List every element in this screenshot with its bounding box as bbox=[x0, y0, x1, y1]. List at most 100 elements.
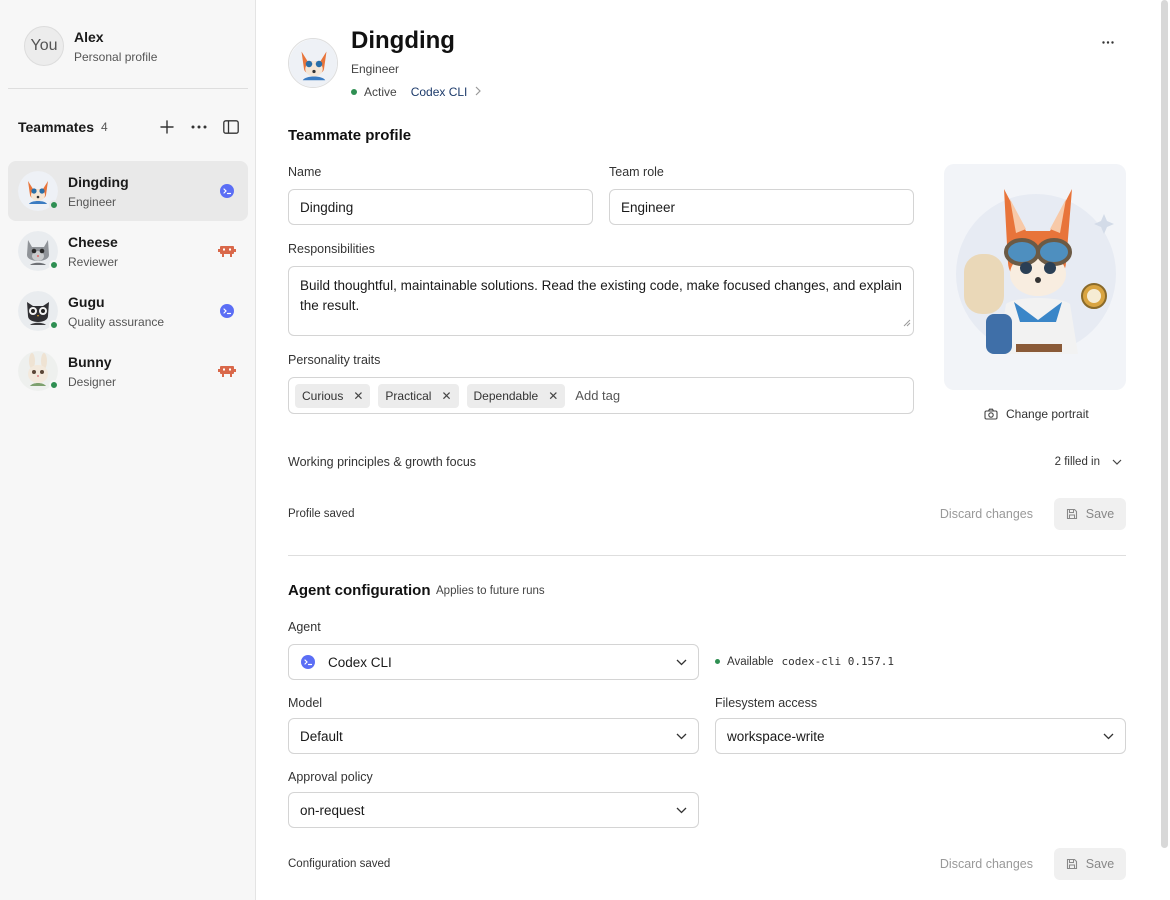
teammates-title: Teammates bbox=[18, 119, 95, 135]
working-principles-label: Working principles & growth focus bbox=[288, 455, 477, 469]
teammate-status-row: Active Codex CLI bbox=[351, 85, 482, 99]
trait-tag: Practical ✕ bbox=[378, 383, 459, 408]
team-role-input[interactable]: Engineer bbox=[609, 189, 914, 225]
user-subtitle: Personal profile bbox=[74, 49, 158, 64]
fox-avatar bbox=[288, 38, 338, 88]
teammate-item-cheese[interactable]: Cheese Reviewer bbox=[8, 221, 248, 281]
filesystem-access-select[interactable]: workspace-write bbox=[715, 718, 1126, 754]
personality-traits-label: Personality traits bbox=[288, 353, 381, 367]
ellipsis-icon bbox=[1102, 40, 1114, 44]
save-icon bbox=[1066, 858, 1078, 870]
teammate-role: Reviewer bbox=[68, 254, 119, 269]
save-icon bbox=[1066, 508, 1078, 520]
agent-label: Agent bbox=[288, 620, 321, 634]
teammate-role: Designer bbox=[68, 374, 117, 389]
approval-policy-label: Approval policy bbox=[288, 770, 373, 784]
remove-tag-icon[interactable]: ✕ bbox=[548, 389, 558, 403]
profile-save-status: Profile saved bbox=[288, 508, 355, 520]
owl-avatar bbox=[18, 291, 59, 331]
trait-tag-label: Dependable bbox=[473, 388, 539, 403]
teammates-header: Teammates 4 bbox=[18, 116, 240, 138]
model-label: Model bbox=[288, 696, 323, 710]
model-select-value: Default bbox=[300, 728, 343, 744]
chevron-right-icon bbox=[475, 85, 482, 99]
personal-profile[interactable]: You Alex Personal profile bbox=[24, 26, 157, 66]
chevron-down-icon bbox=[1103, 733, 1114, 740]
agent-select[interactable]: Codex CLI bbox=[288, 644, 699, 680]
model-select[interactable]: Default bbox=[288, 718, 699, 754]
name-label: Name bbox=[288, 165, 322, 179]
filled-count: 2 filled in bbox=[1054, 456, 1100, 468]
more-options-icon[interactable] bbox=[190, 118, 208, 136]
configuration-save-status: Configuration saved bbox=[288, 858, 391, 870]
configuration-footer: Configuration saved Discard changes Save bbox=[288, 848, 1126, 880]
save-label: Save bbox=[1085, 507, 1115, 521]
change-portrait-label: Change portrait bbox=[1006, 407, 1089, 421]
save-label: Save bbox=[1085, 857, 1115, 871]
agent-link[interactable]: Codex CLI bbox=[411, 85, 482, 99]
teammates-list: Dingding Engineer Cheese Reviewer Gugu Q… bbox=[8, 161, 248, 401]
teammate-name: Gugu bbox=[68, 293, 105, 310]
agent-configuration-heading: Agent configuration bbox=[288, 582, 431, 599]
remove-tag-icon[interactable]: ✕ bbox=[353, 389, 363, 403]
remove-tag-icon[interactable]: ✕ bbox=[441, 389, 451, 403]
teammate-item-gugu[interactable]: Gugu Quality assurance bbox=[8, 281, 248, 341]
save-configuration-button[interactable]: Save bbox=[1054, 848, 1126, 880]
teammate-name: Cheese bbox=[68, 233, 118, 250]
approval-policy-value: on-request bbox=[300, 802, 365, 818]
teammate-item-dingding[interactable]: Dingding Engineer bbox=[8, 161, 248, 221]
agent-availability: Available codex-cli 0.157.1 bbox=[715, 655, 894, 668]
codex-agent-icon bbox=[300, 654, 316, 670]
teammate-profile-heading: Teammate profile bbox=[288, 127, 412, 144]
resize-handle-icon[interactable] bbox=[903, 313, 911, 333]
add-tag-input[interactable]: Add tag bbox=[575, 388, 620, 403]
teammate-role: Quality assurance bbox=[68, 314, 165, 329]
active-status-dot bbox=[351, 89, 357, 95]
agent-select-value: Codex CLI bbox=[328, 654, 392, 670]
team-role-label: Team role bbox=[609, 165, 664, 179]
trait-tag-label: Curious bbox=[302, 388, 344, 403]
portrait-image bbox=[944, 164, 1126, 390]
online-status-dot bbox=[49, 380, 59, 390]
vertical-scrollbar[interactable] bbox=[1161, 0, 1168, 848]
toggle-sidebar-icon[interactable] bbox=[222, 118, 240, 136]
name-input[interactable]: Dingding bbox=[288, 189, 593, 225]
add-teammate-icon[interactable] bbox=[158, 118, 176, 136]
save-profile-button[interactable]: Save bbox=[1054, 498, 1126, 530]
trait-tag-label: Practical bbox=[385, 388, 432, 403]
camera-icon bbox=[984, 408, 998, 420]
agent-link-label: Codex CLI bbox=[410, 85, 468, 99]
codex-agent-icon bbox=[218, 182, 236, 200]
chevron-down-icon bbox=[676, 659, 687, 666]
teammate-name: Dingding bbox=[68, 173, 129, 190]
chevron-down-icon bbox=[676, 733, 687, 740]
online-status-dot bbox=[49, 260, 59, 270]
section-divider bbox=[288, 555, 1126, 556]
available-status-dot bbox=[715, 659, 720, 664]
personality-traits-field[interactable]: Curious ✕ Practical ✕ Dependable ✕ Add t… bbox=[288, 377, 914, 414]
approval-policy-select[interactable]: on-request bbox=[288, 792, 699, 828]
teammate-name: Bunny bbox=[68, 353, 112, 370]
discard-configuration-button[interactable]: Discard changes bbox=[940, 857, 1033, 871]
sidebar: You Alex Personal profile Teammates 4 Di… bbox=[0, 0, 256, 900]
user-avatar: You bbox=[24, 26, 64, 66]
sidebar-divider bbox=[8, 88, 248, 89]
codex-agent-icon bbox=[218, 302, 236, 320]
rabbit-avatar bbox=[18, 351, 59, 391]
trait-tag: Curious ✕ bbox=[295, 383, 371, 408]
responsibilities-text: Build thoughtful, maintainable solutions… bbox=[300, 278, 902, 313]
teammate-item-bunny[interactable]: Bunny Designer bbox=[8, 341, 248, 401]
chevron-down-icon bbox=[676, 807, 687, 814]
claude-agent-icon bbox=[218, 362, 236, 380]
working-principles-toggle[interactable]: Working principles & growth focus 2 fill… bbox=[288, 452, 1126, 472]
teammate-role: Engineer bbox=[68, 194, 117, 209]
chevron-down-icon bbox=[1112, 459, 1122, 465]
teammates-count: 4 bbox=[101, 120, 108, 134]
responsibilities-textarea[interactable]: Build thoughtful, maintainable solutions… bbox=[288, 266, 914, 336]
teammate-detail-panel: Dingding Engineer Active Codex CLI Teamm… bbox=[256, 0, 1170, 900]
online-status-dot bbox=[49, 320, 59, 330]
change-portrait-button[interactable]: Change portrait bbox=[984, 407, 1089, 421]
more-actions-button[interactable] bbox=[1096, 32, 1120, 52]
teammate-subtitle-role: Engineer bbox=[351, 62, 400, 76]
discard-profile-button[interactable]: Discard changes bbox=[940, 507, 1033, 521]
